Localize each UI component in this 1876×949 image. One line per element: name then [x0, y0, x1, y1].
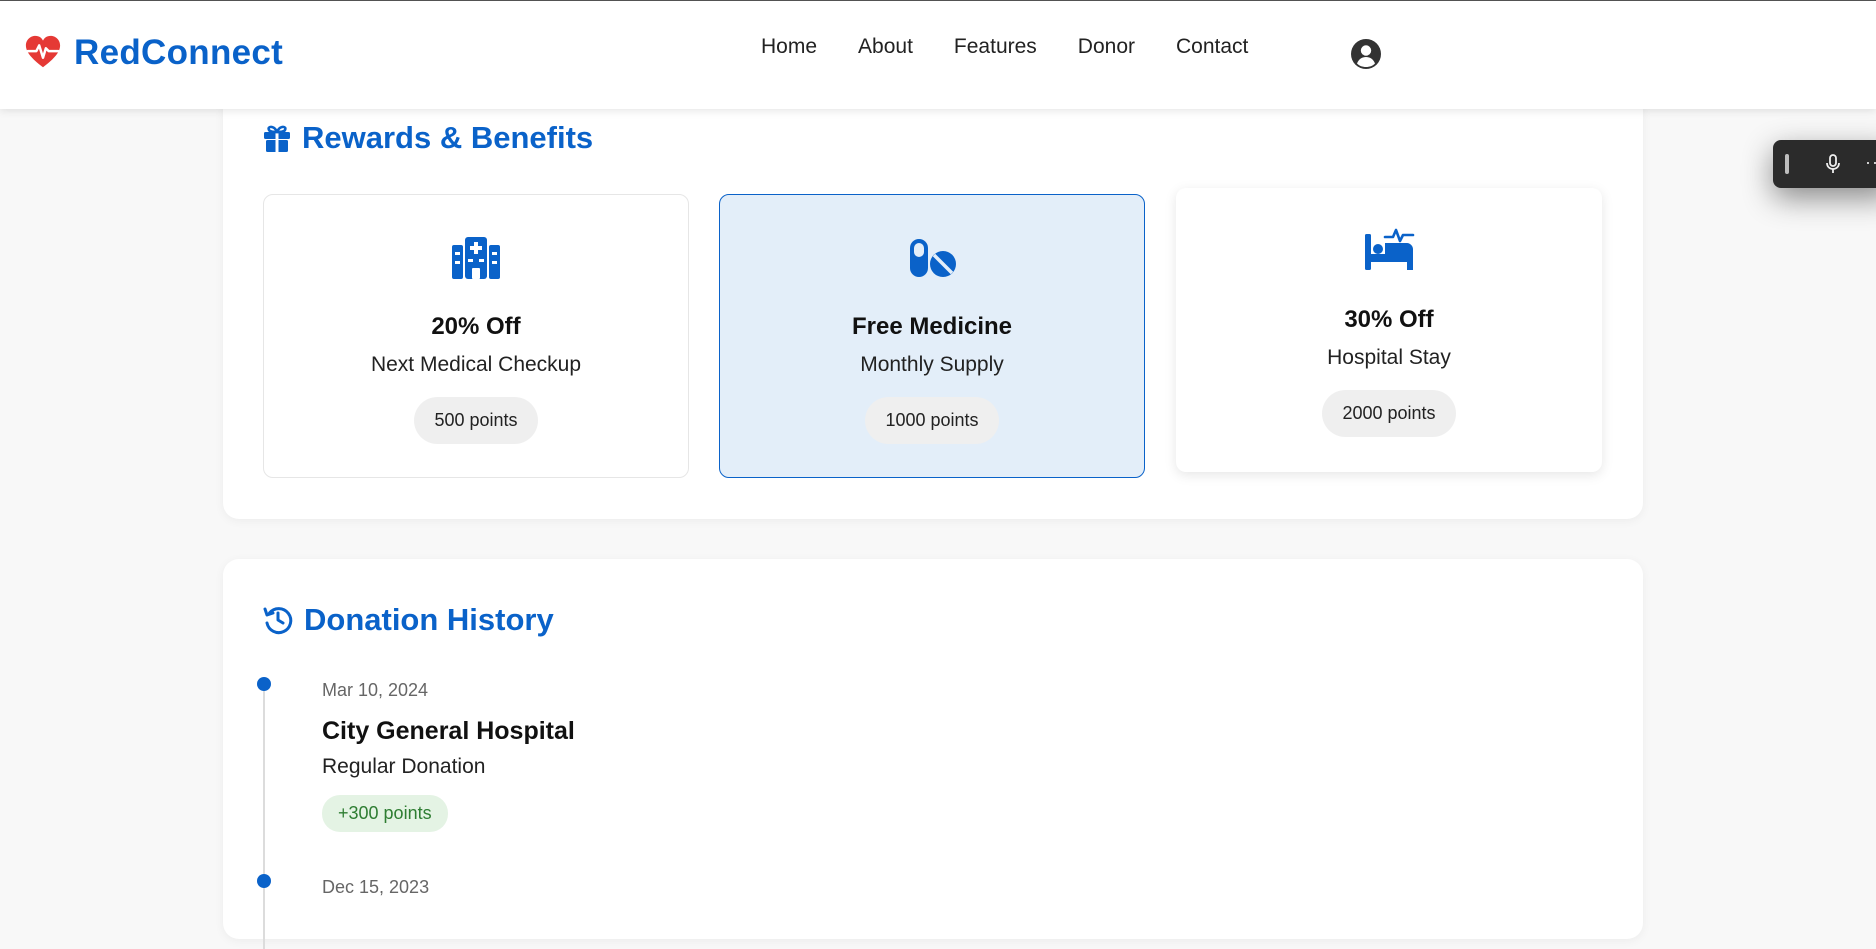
- reward-title: 30% Off: [1344, 306, 1434, 333]
- reward-title: Free Medicine: [851, 313, 1013, 340]
- microphone-icon[interactable]: [1821, 152, 1845, 176]
- gift-icon: [264, 125, 290, 152]
- donation-history-title-text: Donation History: [304, 602, 554, 637]
- earned-points-badge: +300 points: [322, 795, 448, 832]
- rewards-section: Rewards & Benefits 20% Off Next Medical …: [223, 80, 1643, 519]
- timeline-dot: [257, 874, 271, 888]
- floating-voice-toolbar: ···: [1773, 140, 1876, 188]
- timeline-dot: [257, 677, 271, 691]
- brand-name: RedConnect: [74, 33, 284, 72]
- heartbeat-icon: [25, 35, 61, 68]
- reward-points-badge: 2000 points: [1322, 390, 1456, 437]
- reward-subtitle: Monthly Supply: [860, 353, 1004, 376]
- reward-card-free-medicine[interactable]: Free Medicine Monthly Supply 1000 points: [719, 194, 1145, 478]
- brand-logo[interactable]: RedConnect: [24, 33, 283, 73]
- hospital-bed-icon: [1365, 228, 1415, 270]
- history-icon: [263, 607, 293, 635]
- nav-link-home[interactable]: Home: [761, 35, 817, 59]
- reward-card-medical-checkup[interactable]: 20% Off Next Medical Checkup 500 points: [263, 194, 689, 478]
- reward-card-hospital-stay[interactable]: 30% Off Hospital Stay 2000 points: [1176, 188, 1602, 472]
- site-header: RedConnect Home About Features Donor Con…: [0, 1, 1876, 109]
- user-profile-icon[interactable]: [1351, 39, 1381, 69]
- donation-history-section: Donation History Mar 10, 2024 City Gener…: [223, 559, 1643, 949]
- donation-location: City General Hospital: [322, 717, 575, 745]
- timeline-line: [263, 689, 265, 949]
- more-options-icon[interactable]: ···: [1865, 152, 1876, 173]
- pills-icon: [910, 239, 956, 277]
- drag-handle[interactable]: [1785, 154, 1789, 174]
- donation-history-title: Donation History: [262, 602, 554, 638]
- reward-subtitle: Next Medical Checkup: [370, 353, 582, 376]
- rewards-title: Rewards & Benefits: [262, 120, 593, 156]
- donation-type: Regular Donation: [322, 755, 486, 778]
- reward-title: 20% Off: [431, 313, 521, 340]
- hospital-icon: [452, 237, 500, 279]
- nav-link-donor[interactable]: Donor: [1078, 35, 1135, 59]
- nav-link-features[interactable]: Features: [954, 35, 1037, 59]
- nav-link-about[interactable]: About: [858, 35, 913, 59]
- reward-points-badge: 1000 points: [865, 397, 999, 444]
- rewards-title-text: Rewards & Benefits: [302, 120, 594, 155]
- nav-link-contact[interactable]: Contact: [1176, 35, 1248, 59]
- reward-subtitle: Hospital Stay: [1327, 346, 1451, 369]
- main-nav: Home About Features Donor Contact: [761, 35, 1289, 59]
- donation-date: Mar 10, 2024: [322, 680, 429, 700]
- reward-points-badge: 500 points: [414, 397, 538, 444]
- donation-date: Dec 15, 2023: [322, 877, 430, 897]
